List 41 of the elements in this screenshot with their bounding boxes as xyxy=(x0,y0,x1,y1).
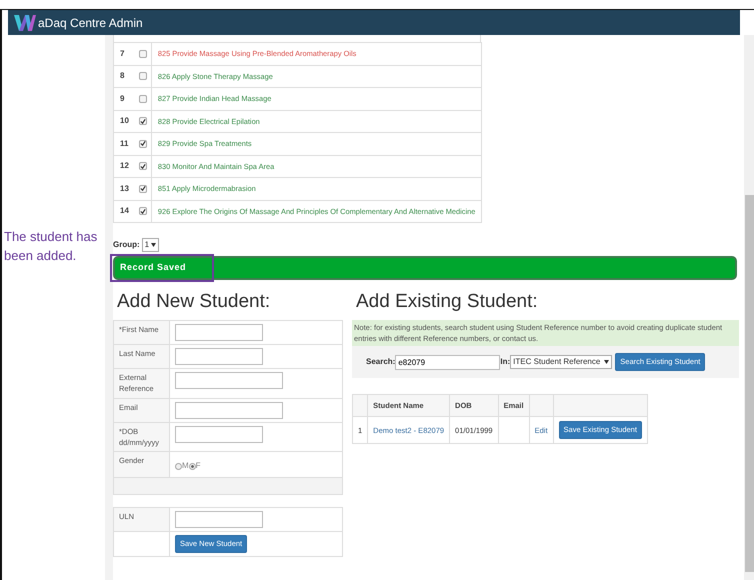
row-number: 13 xyxy=(114,178,135,200)
row-number: 11 xyxy=(114,132,135,155)
input-field[interactable] xyxy=(175,372,283,389)
row-number: 8 xyxy=(114,65,135,88)
app-title: aDaq Centre Admin xyxy=(38,14,143,32)
record-saved-message: Record Saved xyxy=(110,254,214,282)
radio-button[interactable] xyxy=(188,462,196,470)
group-label: Group: xyxy=(113,239,140,251)
search-label: Search: xyxy=(366,356,396,368)
radio-label: M xyxy=(182,460,189,472)
group-select[interactable]: 1 xyxy=(142,238,160,252)
checkbox[interactable] xyxy=(138,207,147,216)
checkbox[interactable] xyxy=(138,50,147,58)
input-field[interactable] xyxy=(175,324,263,341)
row-number: 10 xyxy=(114,110,135,132)
radio-label: F xyxy=(196,460,201,472)
caret-icon xyxy=(604,360,610,364)
input-field[interactable] xyxy=(175,402,283,418)
checkbox[interactable] xyxy=(138,117,147,126)
annotation-note: The student has been added. xyxy=(3,228,98,265)
search-field[interactable]: e82079 xyxy=(395,354,500,370)
row-number: 9 xyxy=(114,88,135,110)
search-type-select[interactable]: ITEC Student Reference xyxy=(510,355,612,369)
checkbox[interactable] xyxy=(138,72,147,80)
caret-icon xyxy=(151,243,156,247)
checkbox[interactable] xyxy=(138,94,147,103)
logo-icon xyxy=(14,14,36,32)
input-field[interactable] xyxy=(175,510,263,528)
section-heading: Add New Student: xyxy=(117,290,272,314)
radio-button[interactable] xyxy=(175,462,182,470)
section-heading: Add Existing Student: xyxy=(356,290,539,314)
checkbox[interactable] xyxy=(138,140,147,148)
row-number: 7 xyxy=(114,42,135,65)
input-field[interactable] xyxy=(175,426,263,442)
row-number: 14 xyxy=(114,200,135,222)
row-number: 12 xyxy=(114,155,135,178)
checkbox[interactable] xyxy=(138,162,147,170)
scrollbar[interactable] xyxy=(744,35,754,580)
in-label: In: xyxy=(500,356,510,368)
checkbox[interactable] xyxy=(138,184,147,193)
input-field[interactable] xyxy=(175,348,263,365)
